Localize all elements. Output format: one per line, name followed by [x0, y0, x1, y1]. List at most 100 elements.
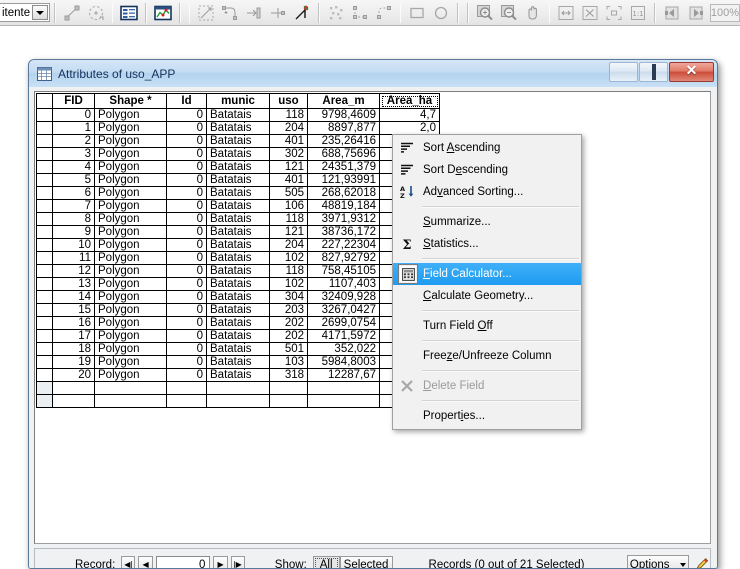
cell-munic[interactable]: Batatais — [207, 317, 270, 330]
cell-munic[interactable]: Batatais — [207, 200, 270, 213]
row-selector-cell[interactable] — [37, 239, 53, 252]
cell-area-m[interactable]: 235,26416 — [308, 135, 380, 148]
fit-width-icon[interactable] — [578, 2, 602, 24]
cell-shape[interactable]: Polygon — [95, 122, 167, 135]
cell-uso[interactable]: 204 — [270, 239, 308, 252]
cell-munic[interactable]: Batatais — [207, 148, 270, 161]
menu-item-sort-ascending[interactable]: Sort Ascending — [393, 137, 581, 159]
cell-fid[interactable]: 2 — [53, 135, 95, 148]
cell-shape[interactable]: Polygon — [95, 317, 167, 330]
row-selector-cell[interactable] — [37, 226, 53, 239]
table-row[interactable]: 10Polygon0Batatais204227,223040,02 — [37, 239, 440, 252]
table-row[interactable]: 18Polygon0Batatais501352,0220,03 — [37, 343, 440, 356]
cell-area-m[interactable]: 8897,877 — [308, 122, 380, 135]
cell-uso[interactable]: 304 — [270, 291, 308, 304]
cell-fid[interactable]: 20 — [53, 369, 95, 382]
cell-id[interactable]: 0 — [167, 304, 207, 317]
cell-shape[interactable]: Polygon — [95, 304, 167, 317]
row-selector-cell[interactable] — [37, 304, 53, 317]
cell-id[interactable]: 0 — [167, 343, 207, 356]
cell-uso[interactable]: 505 — [270, 187, 308, 200]
midpoint-tool-icon[interactable] — [266, 2, 290, 24]
cell-id[interactable]: 0 — [167, 161, 207, 174]
show-all-button[interactable]: All — [313, 556, 340, 569]
menu-item-statistics[interactable]: ΣStatistics... — [393, 233, 581, 255]
cell-uso[interactable]: 121 — [270, 161, 308, 174]
cell-area-m[interactable]: 121,93991 — [308, 174, 380, 187]
cell-munic[interactable]: Batatais — [207, 343, 270, 356]
zoom-out-icon[interactable] — [497, 2, 521, 24]
first-record-button[interactable]: ◀| — [121, 556, 135, 569]
cell-area-m[interactable]: 688,75696 — [308, 148, 380, 161]
column-header-area-m[interactable]: Area_m — [308, 94, 380, 109]
cell-shape[interactable]: Polygon — [95, 356, 167, 369]
cell-shape[interactable]: Polygon — [95, 330, 167, 343]
cell-area-m[interactable]: 24351,379 — [308, 161, 380, 174]
cell-uso[interactable]: 118 — [270, 265, 308, 278]
menu-item-freeze-unfreeze-column[interactable]: Freeze/Unfreeze Column — [393, 345, 581, 367]
cell-munic[interactable]: Batatais — [207, 161, 270, 174]
record-number-input[interactable]: 0 — [156, 556, 211, 569]
cell-fid[interactable]: 6 — [53, 187, 95, 200]
cell-area-ha[interactable]: 4,7 — [380, 109, 440, 122]
column-header-fid[interactable]: FID — [53, 94, 95, 109]
menu-item-turn-field-off[interactable]: Turn Field Off — [393, 315, 581, 337]
pencil-icon[interactable] — [694, 556, 710, 569]
cell-area-m[interactable]: 758,45105 — [308, 265, 380, 278]
cell-fid[interactable]: 5 — [53, 174, 95, 187]
cell-id[interactable]: 0 — [167, 174, 207, 187]
segment-tool-icon[interactable] — [218, 2, 242, 24]
cell-fid[interactable]: 9 — [53, 226, 95, 239]
row-selector-cell[interactable] — [37, 317, 53, 330]
cell-area-m[interactable]: 827,92792 — [308, 252, 380, 265]
row-selector-cell[interactable] — [37, 109, 53, 122]
cell-id[interactable]: 0 — [167, 187, 207, 200]
cell-id[interactable]: 0 — [167, 265, 207, 278]
cell-fid[interactable]: 3 — [53, 148, 95, 161]
cell-area-m[interactable]: 227,22304 — [308, 239, 380, 252]
pan-hand-icon[interactable] — [521, 2, 545, 24]
cell-uso[interactable]: 118 — [270, 109, 308, 122]
window-titlebar[interactable]: Attributes of uso_APP ✕ — [29, 60, 717, 88]
table-row[interactable]: 16Polygon0Batatais2022699,07540,5 — [37, 317, 440, 330]
cell-id[interactable]: 0 — [167, 226, 207, 239]
table-row[interactable]: 8Polygon0Batatais1183971,93120,39 — [37, 213, 440, 226]
cell-munic[interactable]: Batatais — [207, 252, 270, 265]
row-selector-cell[interactable] — [37, 343, 53, 356]
cell-fid[interactable]: 15 — [53, 304, 95, 317]
cell-uso[interactable]: 302 — [270, 148, 308, 161]
cell-fid[interactable]: 8 — [53, 213, 95, 226]
cell-shape[interactable]: Polygon — [95, 200, 167, 213]
table-row[interactable]: 11Polygon0Batatais102827,927920,08 — [37, 252, 440, 265]
table-row[interactable]: 13Polygon0Batatais1021107,4030,1 — [37, 278, 440, 291]
scatter-vertices-icon[interactable] — [324, 2, 348, 24]
table-row[interactable]: 0Polygon0Batatais1189798,46094,7 — [37, 109, 440, 122]
sketch-properties-icon[interactable] — [151, 2, 175, 24]
cell-munic[interactable]: Batatais — [207, 226, 270, 239]
column-header-munic[interactable]: munic — [207, 94, 270, 109]
menu-item-summarize[interactable]: Summarize... — [393, 211, 581, 233]
cell-uso[interactable]: 121 — [270, 226, 308, 239]
cell-id[interactable]: 0 — [167, 252, 207, 265]
cell-id[interactable]: 0 — [167, 200, 207, 213]
cell-id[interactable]: 0 — [167, 109, 207, 122]
table-row[interactable]: 5Polygon0Batatais401121,939910,49 — [37, 174, 440, 187]
row-selector-cell[interactable] — [37, 291, 53, 304]
cell-shape[interactable]: Polygon — [95, 226, 167, 239]
cell-munic[interactable]: Batatais — [207, 265, 270, 278]
menu-item-properties[interactable]: Properties... — [393, 405, 581, 427]
endpoint-arc-icon[interactable] — [242, 2, 266, 24]
cell-uso[interactable]: 401 — [270, 174, 308, 187]
options-button[interactable]: Options — [627, 555, 689, 569]
row-selector-cell[interactable] — [37, 265, 53, 278]
cell-id[interactable]: 0 — [167, 148, 207, 161]
cell-shape[interactable]: Polygon — [95, 343, 167, 356]
cell-fid[interactable]: 10 — [53, 239, 95, 252]
cell-area-m[interactable]: 3267,0427 — [308, 304, 380, 317]
previous-extent-icon[interactable] — [660, 2, 684, 24]
row-selector-cell[interactable] — [37, 148, 53, 161]
cell-shape[interactable]: Polygon — [95, 369, 167, 382]
cell-fid[interactable]: 7 — [53, 200, 95, 213]
cell-munic[interactable]: Batatais — [207, 109, 270, 122]
cell-area-m[interactable]: 352,022 — [308, 343, 380, 356]
